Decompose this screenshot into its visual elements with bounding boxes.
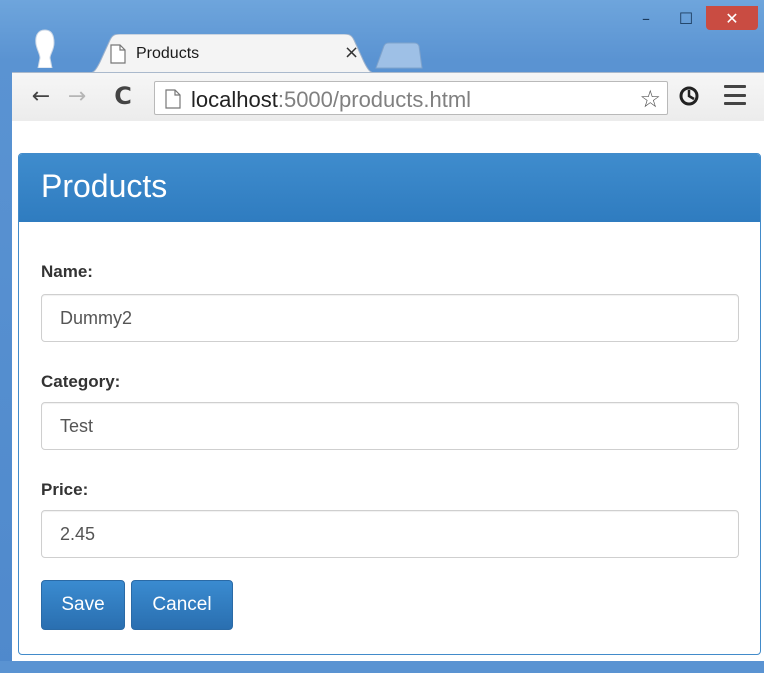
menu-icon[interactable] — [724, 85, 746, 105]
url-path: :5000/products.html — [277, 87, 472, 112]
close-window-button[interactable]: ✕ — [706, 6, 758, 30]
window-bottom-border — [0, 661, 764, 673]
price-input[interactable]: 2.45 — [41, 510, 739, 558]
tab-close-icon[interactable]: × — [344, 42, 359, 63]
price-label: Price: — [41, 480, 89, 499]
name-label: Name: — [41, 262, 93, 281]
cancel-button[interactable]: Cancel — [131, 580, 233, 630]
forward-arrow-icon[interactable]: → — [62, 81, 92, 111]
profile-avatar-icon[interactable] — [32, 28, 58, 68]
new-tab-button[interactable] — [374, 42, 424, 70]
category-label: Category: — [41, 372, 121, 391]
menu-line — [724, 93, 746, 97]
url-host: localhost — [191, 87, 278, 112]
tab-products[interactable]: Products × — [84, 34, 380, 74]
minimize-button[interactable]: – — [626, 6, 666, 30]
page-viewport: Products Name: Dummy2 Category: Test Pri… — [12, 121, 764, 661]
page-icon — [110, 44, 126, 64]
browser-window: – ☐ ✕ Products × ← → C localhost:5000/pr… — [0, 0, 764, 673]
bookmark-star-icon[interactable]: ☆ — [639, 85, 661, 113]
panel-heading: Products — [19, 154, 760, 222]
tab-background — [84, 34, 380, 74]
extension-icon[interactable] — [678, 85, 700, 107]
window-controls: – ☐ ✕ — [626, 6, 758, 34]
tab-title: Products — [136, 45, 200, 62]
save-button[interactable]: Save — [41, 580, 125, 630]
url-text: localhost:5000/products.html — [191, 87, 471, 113]
maximize-button[interactable]: ☐ — [666, 6, 706, 30]
address-bar[interactable]: localhost:5000/products.html ☆ — [154, 81, 668, 115]
page-icon — [165, 89, 181, 109]
menu-line — [724, 85, 746, 88]
name-input[interactable]: Dummy2 — [41, 294, 739, 342]
browser-toolbar: ← → C localhost:5000/products.html ☆ — [12, 72, 764, 121]
products-panel: Products Name: Dummy2 Category: Test Pri… — [18, 153, 761, 655]
back-arrow-icon[interactable]: ← — [26, 81, 56, 111]
category-input[interactable]: Test — [41, 402, 739, 450]
menu-line — [724, 102, 746, 105]
reload-icon[interactable]: C — [108, 81, 138, 111]
